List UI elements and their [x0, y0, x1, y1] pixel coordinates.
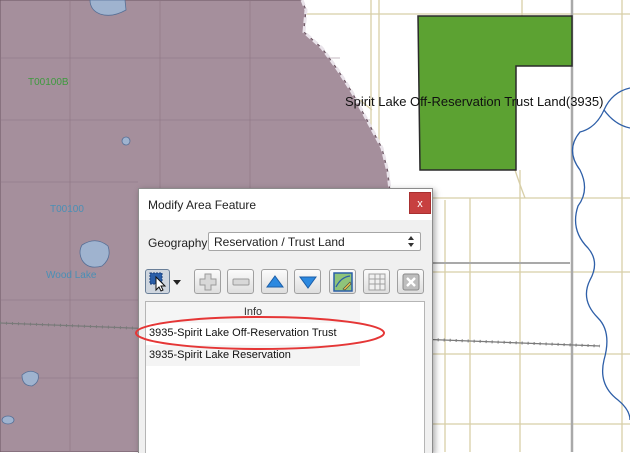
- geography-label: Geography: [148, 236, 207, 250]
- remove-button[interactable]: [227, 269, 254, 294]
- move-up-button[interactable]: [261, 269, 288, 294]
- highlight-ellipse-annotation: [134, 315, 386, 351]
- select-feature-button[interactable]: [145, 269, 170, 294]
- map-edit-button[interactable]: [329, 269, 356, 294]
- delete-x-icon: [401, 272, 421, 292]
- move-down-button[interactable]: [294, 269, 321, 294]
- tract-label-t00100: T00100: [50, 204, 84, 215]
- attribute-table-button[interactable]: [363, 269, 390, 294]
- delete-button[interactable]: [397, 269, 424, 294]
- remove-icon: [231, 272, 251, 292]
- map-edit-icon: [333, 272, 353, 292]
- water-label-wood-lake: Wood Lake: [46, 270, 96, 281]
- table-icon: [367, 272, 387, 292]
- up-arrow-icon: [265, 272, 285, 292]
- down-arrow-icon: [298, 272, 318, 292]
- geography-value: Reservation / Trust Land: [214, 235, 345, 249]
- close-button[interactable]: x: [409, 192, 431, 214]
- trust-land-label: Spirit Lake Off-Reservation Trust Land(3…: [345, 94, 603, 109]
- dialog-titlebar[interactable]: Modify Area Feature x: [139, 189, 432, 220]
- add-icon: [198, 272, 218, 292]
- dropdown-arrow-icon[interactable]: [171, 269, 183, 294]
- tract-label-t00100b: T00100B: [28, 77, 69, 88]
- select-arrow-icon: [149, 272, 167, 292]
- dialog-title: Modify Area Feature: [148, 198, 256, 212]
- geography-select[interactable]: Reservation / Trust Land: [208, 232, 421, 251]
- add-button[interactable]: [194, 269, 221, 294]
- select-arrows-icon: [406, 234, 416, 249]
